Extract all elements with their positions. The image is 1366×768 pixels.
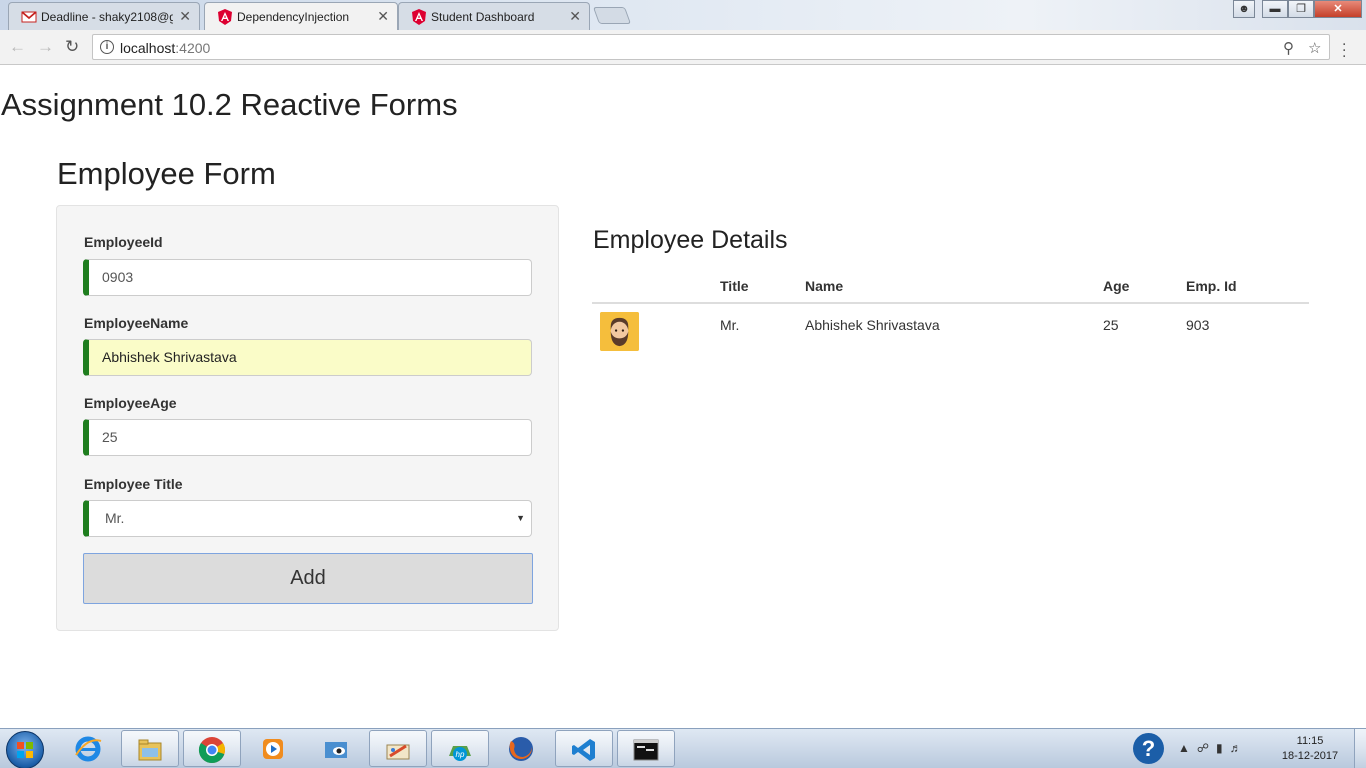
tab-label: DependencyInjection — [237, 10, 350, 24]
taskbar-hp[interactable]: hp — [431, 730, 489, 767]
info-icon[interactable]: i — [100, 40, 114, 54]
svg-text:hp: hp — [456, 750, 465, 759]
close-icon[interactable]: ✕ — [569, 8, 581, 25]
minimize-button[interactable]: ▬ — [1262, 0, 1288, 18]
cell-emp-id: 903 — [1186, 317, 1210, 333]
restore-button[interactable]: ❐ — [1288, 0, 1314, 18]
employee-form: EmployeeId 0903 EmployeeName Abhishek Sh… — [56, 205, 559, 631]
column-header-name: Name — [805, 278, 844, 294]
internet-explorer-icon — [75, 736, 102, 762]
taskbar-paint[interactable] — [369, 730, 427, 767]
bookmark-star-icon[interactable]: ☆ — [1308, 39, 1321, 57]
taskbar-visual-studio-code[interactable] — [555, 730, 613, 767]
command-prompt-icon — [633, 739, 659, 761]
reload-icon[interactable]: ↻ — [65, 37, 79, 57]
tab-gmail[interactable]: Deadline - shaky2108@g ✕ — [8, 2, 200, 30]
column-header-age: Age — [1103, 278, 1130, 294]
tab-student-dashboard[interactable]: Student Dashboard ✕ — [398, 2, 590, 30]
menu-icon[interactable]: ... — [1342, 33, 1346, 61]
new-tab-button[interactable] — [592, 7, 632, 24]
system-tray[interactable]: ▲☍▮♬ — [1178, 741, 1249, 755]
zoom-icon[interactable]: ⚲ — [1283, 39, 1294, 57]
tab-dependency-injection[interactable]: DependencyInjection ✕ — [204, 2, 398, 31]
employee-details-table: Title Name Age Emp. Id Mr. Abhishek Shri… — [592, 270, 1309, 360]
media-player-icon — [263, 739, 283, 759]
table-row: Mr. Abhishek Shrivastava 25 903 — [592, 304, 1309, 360]
close-icon[interactable]: ✕ — [377, 8, 389, 25]
show-desktop-button[interactable] — [1354, 729, 1366, 768]
help-icon[interactable]: ? — [1133, 733, 1164, 764]
browser-toolbar: ← → ↻ i localhost:4200 ⚲ ☆ ... — [0, 30, 1366, 65]
file-explorer-icon — [138, 739, 162, 761]
employee-title-select[interactable]: Mr. ▼ — [83, 500, 532, 537]
url-text: localhost:4200 — [120, 40, 210, 56]
user-icon[interactable]: ☻ — [1233, 0, 1255, 18]
employee-age-label: EmployeeAge — [84, 395, 177, 411]
employee-title-label: Employee Title — [84, 476, 183, 492]
taskbar-snipping-tool[interactable] — [308, 730, 366, 767]
employee-id-label: EmployeeId — [84, 234, 163, 250]
avatar-icon — [600, 312, 639, 351]
form-title: Employee Form — [57, 156, 276, 191]
close-icon[interactable]: ✕ — [179, 8, 191, 25]
angular-icon — [218, 9, 232, 25]
windows-taskbar: hp ? ▲☍▮♬ 11:15 18-12-2017 — [0, 728, 1366, 768]
angular-icon — [412, 9, 426, 25]
details-title: Employee Details — [593, 226, 788, 254]
taskbar-command-prompt[interactable] — [617, 730, 675, 767]
column-header-emp-id: Emp. Id — [1186, 278, 1237, 294]
dropdown-caret-icon: ▼ — [516, 513, 525, 523]
firefox-icon — [509, 737, 533, 761]
cell-age: 25 — [1103, 317, 1119, 333]
table-header: Title Name Age Emp. Id — [592, 270, 1309, 304]
hp-icon: hp — [449, 746, 471, 761]
visual-studio-code-icon — [572, 739, 595, 761]
employee-name-label: EmployeeName — [84, 315, 189, 331]
taskbar-internet-explorer[interactable] — [60, 730, 118, 767]
snipping-tool-icon — [325, 742, 347, 758]
windows-logo-icon — [17, 742, 33, 758]
chrome-icon — [198, 737, 225, 764]
window-close-button[interactable]: ✕ — [1314, 0, 1362, 18]
url-host: localhost — [120, 40, 176, 56]
address-bar[interactable]: i localhost:4200 ⚲ ☆ — [92, 34, 1330, 60]
paint-icon — [386, 744, 410, 760]
column-header-title: Title — [720, 278, 749, 294]
back-arrow-icon[interactable]: ← — [9, 37, 26, 57]
taskbar-firefox[interactable] — [493, 730, 551, 767]
taskbar-file-explorer[interactable] — [121, 730, 179, 767]
tab-label: Student Dashboard — [431, 10, 535, 24]
url-port: :4200 — [175, 40, 211, 56]
clock-date: 18-12-2017 — [1281, 750, 1339, 762]
cell-name: Abhishek Shrivastava — [805, 317, 940, 333]
taskbar-chrome[interactable] — [183, 730, 241, 767]
add-button[interactable]: Add — [83, 553, 533, 604]
employee-id-input[interactable]: 0903 — [83, 259, 532, 296]
page-title: Assignment 10.2 Reactive Forms — [1, 87, 458, 122]
system-clock[interactable]: 11:15 18-12-2017 — [1278, 734, 1342, 764]
cell-title: Mr. — [720, 317, 740, 333]
gmail-icon — [21, 11, 37, 23]
tab-label: Deadline - shaky2108@g — [41, 10, 173, 24]
taskbar-media-player[interactable] — [245, 730, 303, 767]
browser-tab-bar: Deadline - shaky2108@g ✕ DependencyInjec… — [0, 0, 1366, 31]
employee-age-input[interactable]: 25 — [83, 419, 532, 456]
employee-title-value: Mr. — [105, 510, 125, 526]
employee-name-input[interactable]: Abhishek Shrivastava — [83, 339, 532, 376]
forward-arrow-icon[interactable]: → — [37, 37, 54, 57]
start-button[interactable] — [6, 731, 44, 768]
clock-time: 11:15 — [1296, 735, 1324, 747]
